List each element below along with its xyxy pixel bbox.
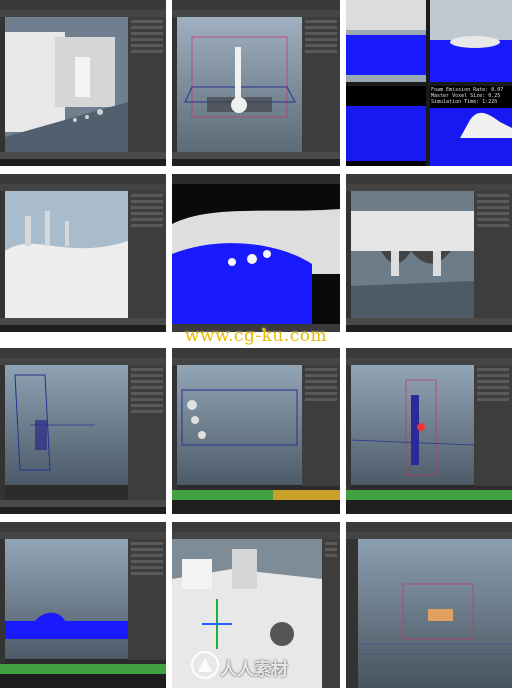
viewport[interactable]: [5, 365, 128, 485]
watermark-logo-text: 人人素材: [220, 660, 288, 680]
screenshot-1-3: Foam Emission Rate: 0.07 Master Voxel Si…: [346, 0, 512, 166]
viewport[interactable]: [5, 191, 128, 318]
watermark-logo: 人人素材: [190, 648, 330, 682]
screenshot-1-2: [172, 0, 340, 166]
render-view-top-right: [430, 0, 512, 82]
screenshot-3-1: [0, 348, 166, 514]
render-info-line-3: Simulation Time: 1:22h: [431, 99, 498, 105]
screenshot-4-1: [0, 522, 166, 688]
viewport[interactable]: [177, 365, 302, 485]
screenshot-3-3: [346, 348, 512, 514]
viewport[interactable]: [172, 184, 340, 324]
viewport[interactable]: [351, 365, 474, 485]
screenshot-2-1: [0, 174, 166, 332]
logo-icon: [191, 651, 219, 679]
render-view-bottom-right: Foam Emission Rate: 0.07 Master Voxel Si…: [430, 86, 512, 166]
viewport[interactable]: [177, 17, 302, 152]
viewport[interactable]: [5, 539, 128, 659]
screenshot-1-1: [0, 0, 166, 166]
timeline[interactable]: [172, 490, 340, 500]
viewport[interactable]: [5, 17, 128, 152]
screenshot-2-2: [172, 174, 340, 332]
timeline[interactable]: [0, 664, 166, 674]
viewport[interactable]: [351, 191, 474, 318]
viewport[interactable]: [358, 539, 512, 688]
screenshot-2-3: [346, 174, 512, 332]
render-view-bottom-left: [346, 86, 426, 166]
timeline[interactable]: [346, 490, 512, 500]
watermark-url: www.cg-ku.com: [184, 326, 328, 346]
left-toolbar: [346, 539, 358, 688]
screenshot-4-3: [346, 522, 512, 688]
screenshot-3-2: [172, 348, 340, 514]
render-view-top-left: [346, 0, 426, 82]
